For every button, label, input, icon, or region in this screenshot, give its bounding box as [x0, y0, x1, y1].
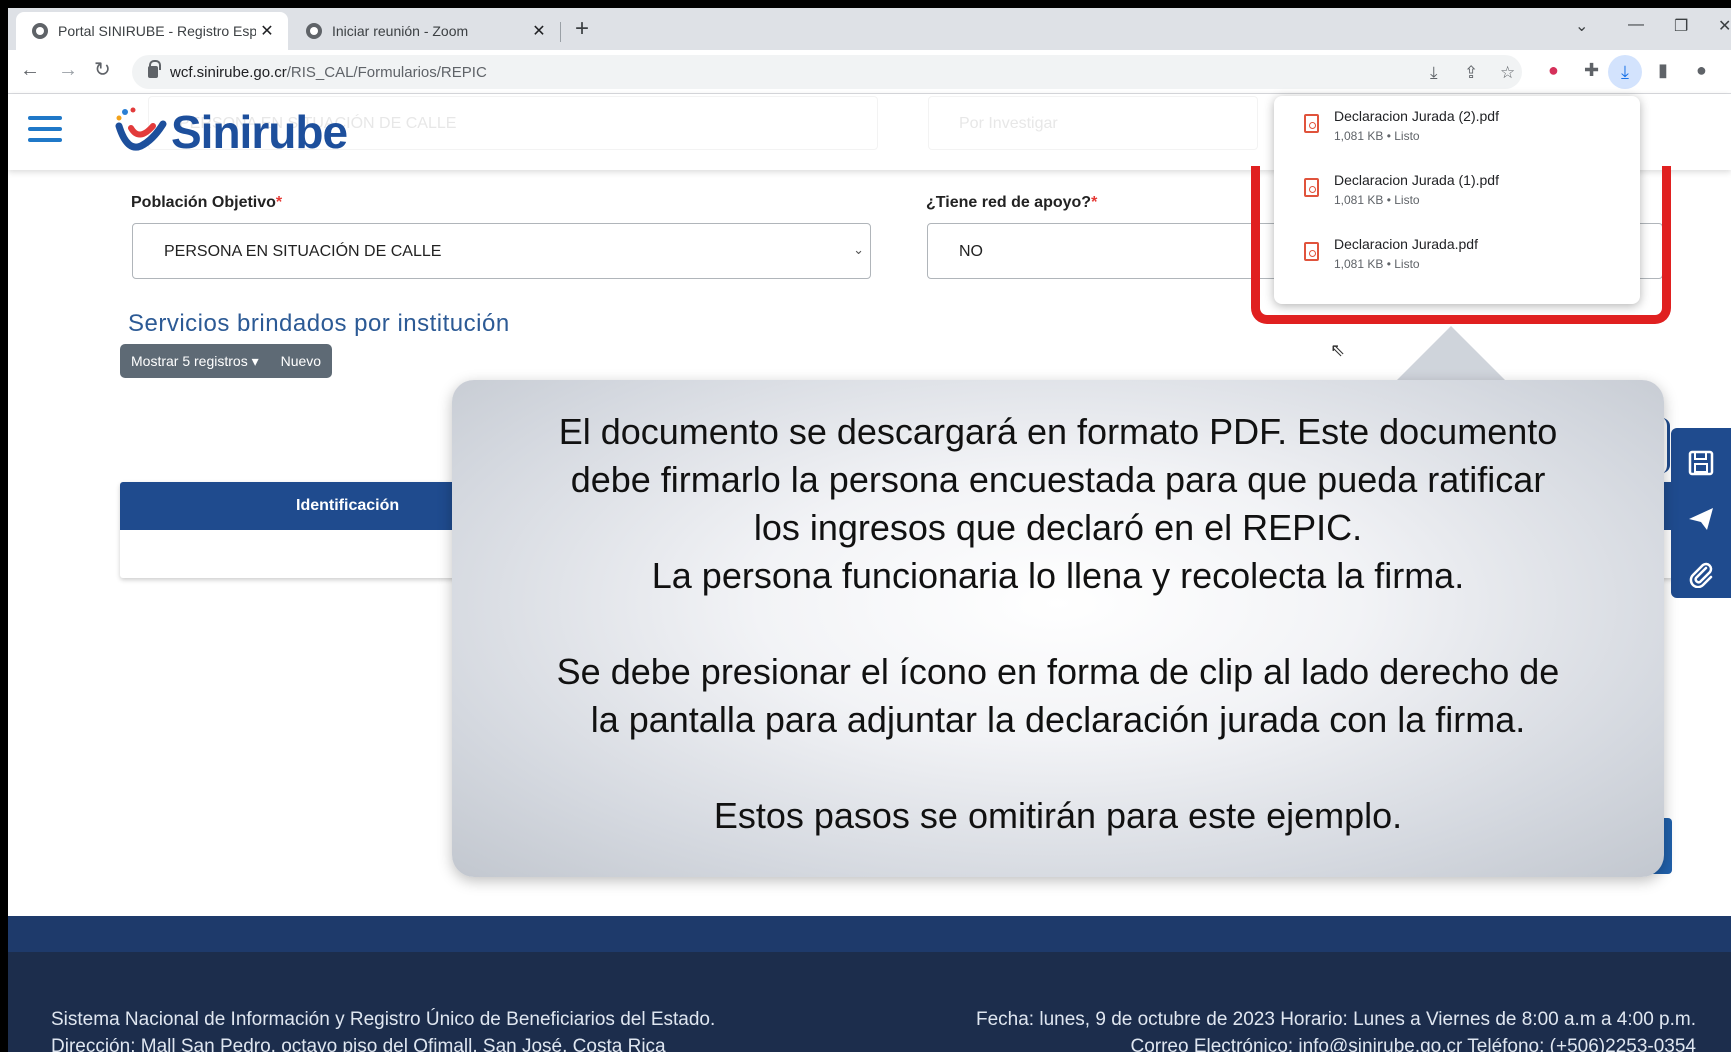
window-close-icon[interactable]: ✕: [1718, 16, 1731, 36]
table-button-group: Mostrar 5 registros ▾ Nuevo: [120, 344, 333, 378]
new-tab-button[interactable]: +: [575, 17, 589, 41]
tutorial-callout: El documento se descargará en formato PD…: [452, 380, 1664, 877]
send-icon[interactable]: [1671, 506, 1731, 539]
tab-title: Iniciar reunión - Zoom: [332, 23, 469, 39]
globe-icon: [306, 23, 322, 39]
logo-text: Sinirube: [171, 106, 348, 158]
download-item[interactable]: Declaracion Jurada (2).pdf 1,081 KB • Li…: [1274, 96, 1640, 156]
url-text[interactable]: wcf.sinirube.go.cr/RIS_CAL/Formularios/R…: [170, 64, 487, 81]
side-action-bar: [1671, 428, 1731, 598]
extension-icon[interactable]: ●: [1548, 60, 1559, 81]
tab-search-icon[interactable]: ⌄: [1575, 16, 1588, 36]
red-apoyo-label: ¿Tiene red de apoyo?*: [926, 194, 1098, 211]
highlight-box: [1251, 166, 1671, 324]
close-icon[interactable]: ✕: [528, 21, 550, 41]
download-filename: Declaracion Jurada (2).pdf: [1334, 108, 1499, 124]
mouse-cursor-icon: ⇖: [1330, 340, 1346, 360]
back-icon[interactable]: ←: [20, 60, 40, 80]
callout-text: debe firmarlo la persona encuestada para…: [570, 459, 1546, 500]
ghost-select: Por Investigar: [928, 96, 1258, 150]
callout-pointer: [1393, 326, 1509, 384]
footer-contact: Correo Electrónico: info@sinirube.go.cr …: [1130, 1036, 1696, 1052]
close-icon[interactable]: ✕: [256, 21, 278, 41]
lock-icon: [148, 60, 161, 78]
footer-address: Dirección: Mall San Pedro, octavo piso d…: [51, 1036, 666, 1052]
poblacion-label: Población Objetivo*: [131, 194, 283, 211]
bookmark-star-icon[interactable]: ☆: [1500, 63, 1515, 83]
tab-sinirube[interactable]: Portal SINIRUBE - Registro Espec ✕: [16, 12, 288, 50]
menu-icon[interactable]: [28, 116, 62, 146]
tab-zoom[interactable]: Iniciar reunión - Zoom ✕: [290, 12, 560, 50]
minimize-icon[interactable]: —: [1628, 16, 1644, 34]
pdf-icon: [1304, 114, 1319, 133]
callout-text: La persona funcionaria lo llena y recole…: [651, 555, 1465, 596]
chevron-down-icon: ⌄: [853, 242, 864, 257]
download-meta: 1,081 KB • Listo: [1334, 129, 1420, 143]
footer-org: Sistema Nacional de Información y Regist…: [51, 1009, 716, 1030]
share-icon[interactable]: ⇪: [1464, 63, 1478, 83]
downloads-icon[interactable]: ⤓: [1608, 55, 1642, 89]
browser-window: Portal SINIRUBE - Registro Espec ✕ Inici…: [8, 8, 1731, 1052]
logo[interactable]: Sinirube: [113, 104, 348, 160]
tab-title: Portal SINIRUBE - Registro Espec: [58, 23, 256, 39]
callout-text: Estos pasos se omitirán para este ejempl…: [713, 795, 1403, 836]
globe-icon: [32, 23, 48, 39]
profile-icon[interactable]: ●: [1696, 60, 1707, 81]
select-value: PERSONA EN SITUACIÓN DE CALLE: [164, 243, 442, 260]
callout-text: los ingresos que declaró en el REPIC.: [753, 507, 1363, 548]
footer-band: [8, 916, 1731, 952]
callout-text: la pantalla para adjuntar la declaración…: [590, 699, 1526, 740]
footer-date: Fecha: lunes, 9 de octubre de 2023 Horar…: [976, 1009, 1696, 1030]
save-icon[interactable]: [1671, 450, 1731, 483]
forward-icon[interactable]: →: [58, 60, 78, 80]
tab-separator: [560, 22, 561, 42]
download-page-icon[interactable]: ⤓: [1430, 63, 1438, 83]
footer: Sistema Nacional de Información y Regist…: [8, 952, 1731, 1052]
puzzle-icon[interactable]: ✚: [1584, 60, 1599, 81]
callout-text: El documento se descargará en formato PD…: [558, 411, 1558, 452]
select-value: NO: [959, 243, 983, 260]
poblacion-select[interactable]: PERSONA EN SITUACIÓN DE CALLE ⌄: [132, 223, 871, 279]
col-identificacion: Identificación: [296, 497, 400, 514]
address-bar[interactable]: wcf.sinirube.go.cr/RIS_CAL/Formularios/R…: [132, 55, 1522, 89]
tab-bar: Portal SINIRUBE - Registro Espec ✕ Inici…: [8, 8, 1731, 50]
section-title: Servicios brindados por institución: [128, 310, 510, 337]
new-button[interactable]: Nuevo: [270, 353, 332, 369]
video-frame: Portal SINIRUBE - Registro Espec ✕ Inici…: [0, 0, 1731, 1052]
restore-icon[interactable]: ❐: [1674, 16, 1688, 36]
browser-toolbar: ← → ↻ wcf.sinirube.go.cr/RIS_CAL/Formula…: [8, 50, 1731, 94]
side-panel-icon[interactable]: ▮: [1658, 60, 1668, 81]
callout-text: Se debe presionar el ícono en forma de c…: [556, 651, 1560, 692]
logo-mark-icon: [115, 107, 167, 151]
paperclip-icon[interactable]: [1671, 562, 1731, 595]
reload-icon[interactable]: ↻: [94, 60, 111, 80]
show-records-button[interactable]: Mostrar 5 registros ▾: [120, 353, 270, 370]
